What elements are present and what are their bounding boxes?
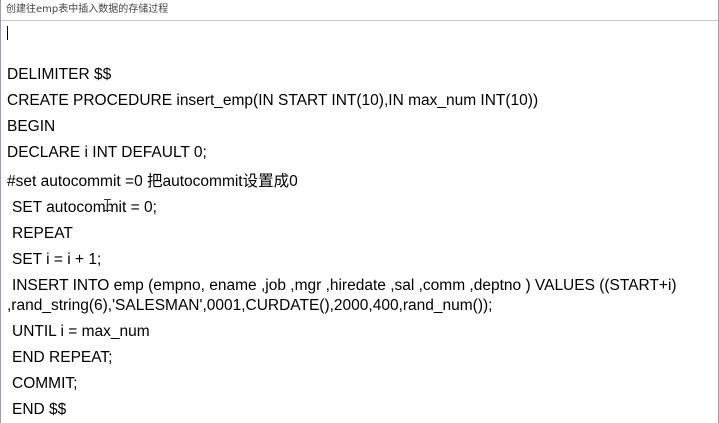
code-line: COMMIT; [12, 375, 78, 392]
code-line: REPEAT [12, 225, 73, 242]
editor-text-area[interactable]: DELIMITER $$ CREATE PROCEDURE insert_emp… [1, 21, 718, 423]
code-line: UNTIL i = max_num [12, 323, 150, 340]
code-line: INSERT INTO emp (empno, ename ,job ,mgr … [12, 277, 677, 294]
code-line: BEGIN [7, 118, 56, 135]
code-line: END $$ [12, 401, 67, 418]
text-caret [7, 26, 8, 40]
code-line: #set autocommit =0 把autocommit设置成0 [7, 173, 298, 190]
window-title: 创建往emp表中插入数据的存储过程 [6, 4, 169, 15]
code-line: CREATE PROCEDURE insert_emp(IN START INT… [7, 92, 539, 109]
code-line: SET i = i + 1; [12, 251, 102, 268]
code-line: END REPEAT; [12, 349, 113, 366]
code-line: DECLARE i INT DEFAULT 0; [7, 144, 207, 161]
code-line: SET autocommit = 0; [12, 199, 157, 216]
title-bar: 创建往emp表中插入数据的存储过程 [1, 0, 718, 21]
code-line: DELIMITER $$ [7, 66, 112, 83]
text-editor-window: 创建往emp表中插入数据的存储过程 DELIMITER $$ CREATE PR… [0, 0, 719, 423]
ibeam-cursor-icon [104, 199, 111, 211]
code-line: ,rand_string(6),'SALESMAN',0001,CURDATE(… [7, 297, 493, 314]
